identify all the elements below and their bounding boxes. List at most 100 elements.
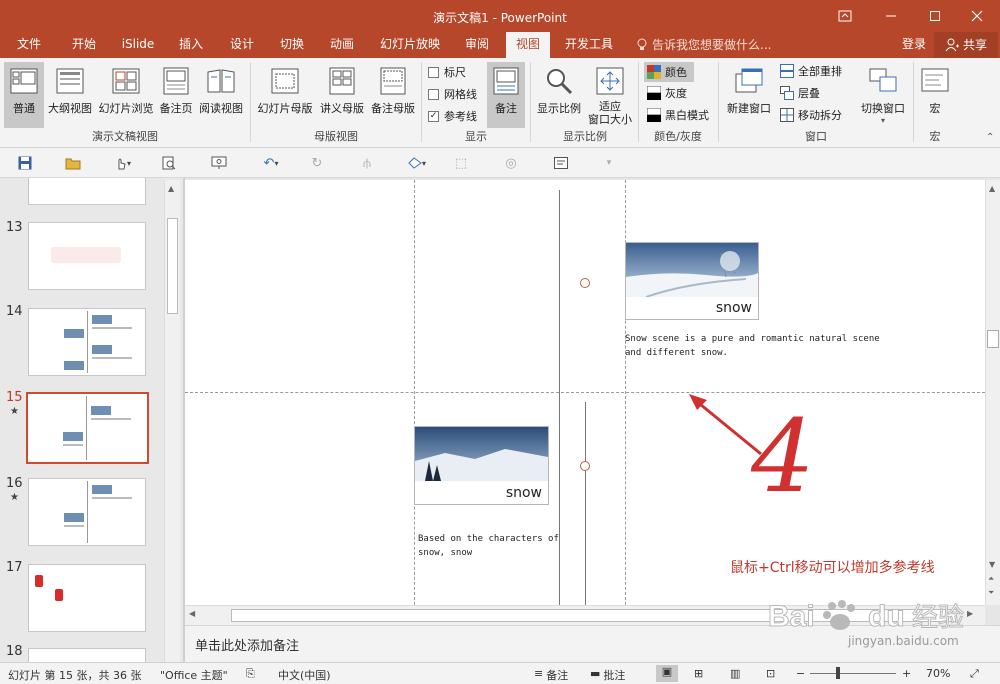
spellcheck-icon[interactable]: ⎘ bbox=[246, 667, 255, 681]
editor-vertical-scrollbar[interactable]: ▲ ▼ ⏶ ⏷ bbox=[985, 180, 1000, 605]
undo-icon[interactable]: ↶ ▾ bbox=[256, 155, 286, 171]
slide-sorter-status-icon[interactable]: ⊞ bbox=[694, 667, 703, 680]
align-icon[interactable]: ⫛ bbox=[358, 155, 376, 171]
tell-me-box[interactable]: 告诉我您想要做什么... bbox=[636, 32, 776, 58]
color-mode-button[interactable]: 颜色 bbox=[644, 62, 694, 82]
login-link[interactable]: 登录 bbox=[894, 32, 934, 58]
notes-status-button[interactable]: ≡ 备注 bbox=[534, 667, 568, 683]
tab-view[interactable]: 视图 bbox=[506, 32, 550, 58]
tab-animations[interactable]: 动画 bbox=[322, 32, 362, 58]
tab-developer[interactable]: 开发工具 bbox=[558, 32, 620, 58]
cascade-button[interactable]: 层叠 bbox=[780, 85, 820, 101]
move-split-button[interactable]: 移动拆分 bbox=[780, 107, 842, 123]
handout-master-button[interactable]: 讲义母版 bbox=[316, 62, 368, 128]
timeline-line[interactable] bbox=[559, 190, 560, 605]
scrollbar-thumb[interactable] bbox=[167, 218, 178, 314]
slide-thumbnail-16[interactable] bbox=[28, 478, 146, 546]
tab-design[interactable]: 设计 bbox=[222, 32, 262, 58]
tab-file[interactable]: 文件 bbox=[8, 32, 50, 58]
reading-view-status-icon[interactable]: ▥ bbox=[730, 667, 740, 680]
arrange-all-button[interactable]: 全部重排 bbox=[780, 63, 842, 79]
description-text[interactable]: Based on the characters of snow, snow bbox=[418, 532, 559, 560]
image-card[interactable]: snow bbox=[414, 426, 549, 505]
close-icon[interactable] bbox=[954, 0, 1000, 32]
notes-page-button[interactable]: 备注页 bbox=[156, 62, 196, 128]
tab-review[interactable]: 审阅 bbox=[456, 32, 498, 58]
selection-box-icon[interactable]: ⬚ bbox=[452, 155, 470, 171]
notes-master-button[interactable]: 备注母版 bbox=[368, 62, 418, 128]
print-preview-icon[interactable] bbox=[160, 155, 178, 171]
timeline-dot[interactable] bbox=[580, 461, 590, 471]
outline-view-button[interactable]: 大纲视图 bbox=[46, 62, 94, 128]
open-folder-icon[interactable] bbox=[64, 155, 82, 171]
slide-thumbnail-17[interactable] bbox=[28, 564, 146, 632]
notes-toggle-button[interactable]: 备注 bbox=[487, 62, 525, 128]
tab-slideshow[interactable]: 幻灯片放映 bbox=[374, 32, 446, 58]
textbox-icon[interactable] bbox=[552, 155, 570, 171]
description-text[interactable]: Snow scene is a pure and romantic natura… bbox=[625, 332, 880, 360]
horizontal-guide[interactable] bbox=[185, 392, 985, 393]
fit-to-window-button[interactable]: 适应 窗口大小 bbox=[584, 62, 636, 128]
fit-slide-icon[interactable]: ⤢ bbox=[970, 667, 979, 681]
slide-thumbnail-15[interactable] bbox=[26, 392, 149, 464]
maximize-icon[interactable] bbox=[912, 0, 958, 32]
timeline-line[interactable] bbox=[585, 402, 586, 605]
save-icon[interactable] bbox=[16, 155, 34, 171]
slideshow-icon[interactable] bbox=[210, 155, 228, 171]
notes-pane[interactable]: 单击此处添加备注 bbox=[185, 625, 1000, 662]
zoom-in-icon[interactable]: + bbox=[902, 667, 911, 680]
customize-qat-icon[interactable]: ▾ bbox=[600, 155, 618, 171]
scroll-up-icon[interactable]: ▲ bbox=[168, 184, 174, 193]
next-slide-icon[interactable]: ⏷ bbox=[988, 588, 994, 598]
touch-mode-icon[interactable]: ▾ bbox=[110, 155, 136, 171]
restore-ribbon-icon[interactable] bbox=[822, 0, 868, 32]
slide-thumbnail-13[interactable] bbox=[28, 222, 146, 290]
scroll-up-icon[interactable]: ▲ bbox=[989, 184, 995, 193]
slide-editor-canvas[interactable]: snow Snow scene is a pure and romantic n… bbox=[185, 180, 985, 605]
editor-horizontal-scrollbar[interactable]: ◀ ▶ bbox=[185, 605, 985, 625]
gridlines-checkbox[interactable]: 网格线 bbox=[428, 86, 477, 102]
slide-thumbnail-14[interactable] bbox=[28, 308, 146, 376]
scrollbar-thumb[interactable] bbox=[987, 330, 999, 348]
shape-fill-icon[interactable]: ▾ bbox=[402, 155, 432, 171]
reading-view-button[interactable]: 阅读视图 bbox=[196, 62, 246, 128]
image-card[interactable]: snow bbox=[625, 242, 759, 320]
guides-checkbox[interactable]: ✓ 参考线 bbox=[428, 108, 477, 124]
slide-master-button[interactable]: 幻灯片母版 bbox=[254, 62, 316, 128]
tab-insert[interactable]: 插入 bbox=[170, 32, 212, 58]
collapse-ribbon-icon[interactable]: ⌃ bbox=[986, 132, 994, 143]
thumbnail-scrollbar[interactable]: ▲ bbox=[164, 180, 180, 662]
slide-sorter-button[interactable]: 幻灯片浏览 bbox=[96, 62, 156, 128]
minimize-icon[interactable] bbox=[868, 0, 914, 32]
scrollbar-thumb[interactable] bbox=[231, 609, 957, 622]
normal-view-status-icon[interactable]: ▣ bbox=[656, 665, 678, 682]
black-white-button[interactable]: 黑白模式 bbox=[647, 107, 709, 123]
scroll-left-icon[interactable]: ◀ bbox=[189, 609, 195, 618]
combine-shapes-icon[interactable]: ◎ bbox=[502, 155, 520, 171]
zoom-out-icon[interactable]: − bbox=[796, 667, 805, 680]
slideshow-status-icon[interactable]: ⊡ bbox=[766, 667, 775, 680]
switch-window-button[interactable]: 切换窗口 ▾ bbox=[854, 62, 912, 128]
zoom-button[interactable]: 显示比例 bbox=[534, 62, 584, 128]
timeline-dot[interactable] bbox=[580, 278, 590, 288]
tab-islide[interactable]: iSlide bbox=[116, 32, 160, 58]
zoom-level[interactable]: 70% bbox=[926, 667, 950, 680]
redo-icon[interactable]: ↻ bbox=[308, 155, 326, 171]
tab-home[interactable]: 开始 bbox=[62, 32, 106, 58]
share-button[interactable]: 共享 bbox=[934, 32, 998, 58]
ruler-checkbox[interactable]: 标尺 bbox=[428, 64, 466, 80]
grayscale-button[interactable]: 灰度 bbox=[647, 85, 687, 101]
normal-view-button[interactable]: 普通 bbox=[4, 62, 44, 128]
comments-status-button[interactable]: ▬ 批注 bbox=[590, 667, 625, 683]
previous-slide-icon[interactable]: ⏶ bbox=[988, 574, 994, 584]
zoom-slider-thumb[interactable] bbox=[836, 667, 840, 679]
macros-button[interactable]: 宏 bbox=[916, 62, 954, 128]
slide-thumbnail-12[interactable] bbox=[28, 178, 146, 205]
slide-thumbnail-18[interactable] bbox=[28, 648, 146, 662]
new-window-button[interactable]: 新建窗口 bbox=[722, 62, 776, 128]
scroll-right-icon[interactable]: ▶ bbox=[967, 609, 973, 618]
language-indicator[interactable]: 中文(中国) bbox=[278, 667, 331, 683]
tab-transitions[interactable]: 切换 bbox=[272, 32, 312, 58]
scroll-down-icon[interactable]: ▼ bbox=[989, 560, 995, 569]
zoom-slider[interactable] bbox=[810, 673, 896, 674]
